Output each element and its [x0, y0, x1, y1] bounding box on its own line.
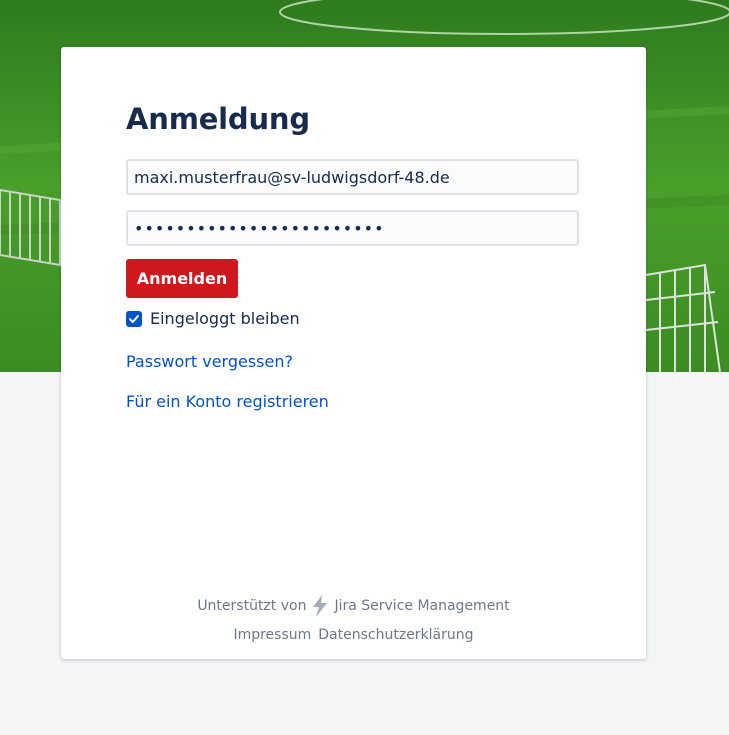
powered-by: Unterstützt von Jira Service Management [61, 594, 646, 618]
checkmark-icon [129, 314, 139, 323]
lightning-bolt-icon [313, 595, 328, 617]
privacy-link[interactable]: Datenschutzerklärung [318, 627, 473, 643]
remember-me[interactable]: Eingeloggt bleiben [126, 309, 300, 328]
remember-checkbox[interactable] [126, 310, 142, 327]
footer-links: Impressum Datenschutzerklärung [61, 627, 646, 643]
register-link[interactable]: Für ein Konto registrieren [126, 392, 329, 411]
impressum-link[interactable]: Impressum [233, 627, 311, 643]
login-card: Anmeldung Anmelden Eingeloggt bleiben Pa… [61, 47, 646, 659]
email-field[interactable] [126, 159, 579, 195]
password-field[interactable] [126, 210, 579, 246]
page-title: Anmeldung [126, 102, 310, 136]
powered-product: Jira Service Management [334, 598, 510, 614]
remember-label: Eingeloggt bleiben [150, 309, 300, 328]
login-button[interactable]: Anmelden [126, 259, 238, 298]
powered-prefix: Unterstützt von [197, 598, 307, 614]
forgot-password-link[interactable]: Passwort vergessen? [126, 352, 293, 371]
